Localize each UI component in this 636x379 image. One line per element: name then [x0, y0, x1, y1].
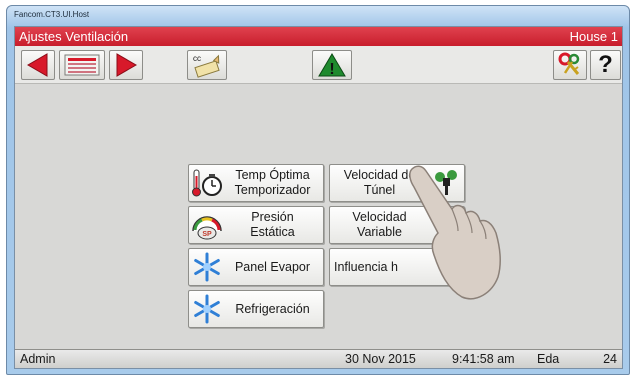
list-icon	[64, 54, 100, 76]
alarm-button[interactable]: !	[312, 50, 352, 80]
menu-list-button[interactable]	[59, 50, 105, 80]
status-time: 9:41:58 am	[452, 352, 515, 366]
house-label: House 1	[569, 29, 618, 44]
svg-text:cc: cc	[193, 54, 201, 63]
keys-icon	[558, 52, 580, 75]
button-label: Presión Estática	[250, 210, 295, 239]
arrow-left-icon	[27, 53, 48, 77]
status-day: 24	[603, 352, 617, 366]
button-label: Temp Óptima Temporizador	[234, 168, 311, 197]
window-title: Fancom.CT3.UI.Host	[14, 10, 90, 19]
page-title: Ajustes Ventilación	[19, 29, 129, 44]
cc-notes-button[interactable]: cc	[187, 50, 227, 80]
button-label: Refrigeración	[235, 301, 310, 316]
screen-titlebar: Ajustes Ventilación House 1	[15, 27, 622, 46]
svg-text:!: !	[329, 61, 334, 78]
app-client-area: Ajustes Ventilación House 1 cc ! ? Temp …	[14, 26, 623, 369]
presion-estatica-button[interactable]: SP Presión Estática	[188, 206, 324, 244]
snowflake-icon	[189, 291, 225, 327]
toolbar: cc ! ?	[15, 46, 622, 84]
status-user: Admin	[20, 352, 56, 366]
status-date: 30 Nov 2015	[345, 352, 416, 366]
previous-button[interactable]	[21, 50, 55, 80]
pointing-hand-image	[409, 165, 501, 300]
arrow-right-icon	[116, 53, 137, 77]
static-pressure-gauge-icon: SP	[189, 207, 225, 243]
temp-optima-button[interactable]: Temp Óptima Temporizador	[188, 164, 324, 202]
panel-evapor-button[interactable]: Panel Evapor	[188, 248, 324, 286]
warning-icon: !	[318, 53, 346, 78]
cc-pencil-icon: cc	[193, 54, 220, 78]
app-window: Fancom.CT3.UI.Host Ajustes Ventilación H…	[6, 5, 630, 375]
refrigeracion-button[interactable]: Refrigeración	[188, 290, 324, 328]
status-bar: Admin 30 Nov 2015 9:41:58 am Eda 24	[15, 349, 622, 368]
help-button[interactable]: ?	[590, 50, 621, 80]
next-button[interactable]	[109, 50, 143, 80]
svg-text:SP: SP	[202, 231, 212, 238]
snowflake-icon	[189, 249, 225, 285]
thermometer-clock-icon	[189, 165, 225, 201]
access-keys-button[interactable]	[553, 50, 587, 80]
status-mode: Eda	[537, 352, 560, 366]
help-icon: ?	[598, 51, 613, 78]
button-label: Panel Evapor	[234, 259, 311, 274]
